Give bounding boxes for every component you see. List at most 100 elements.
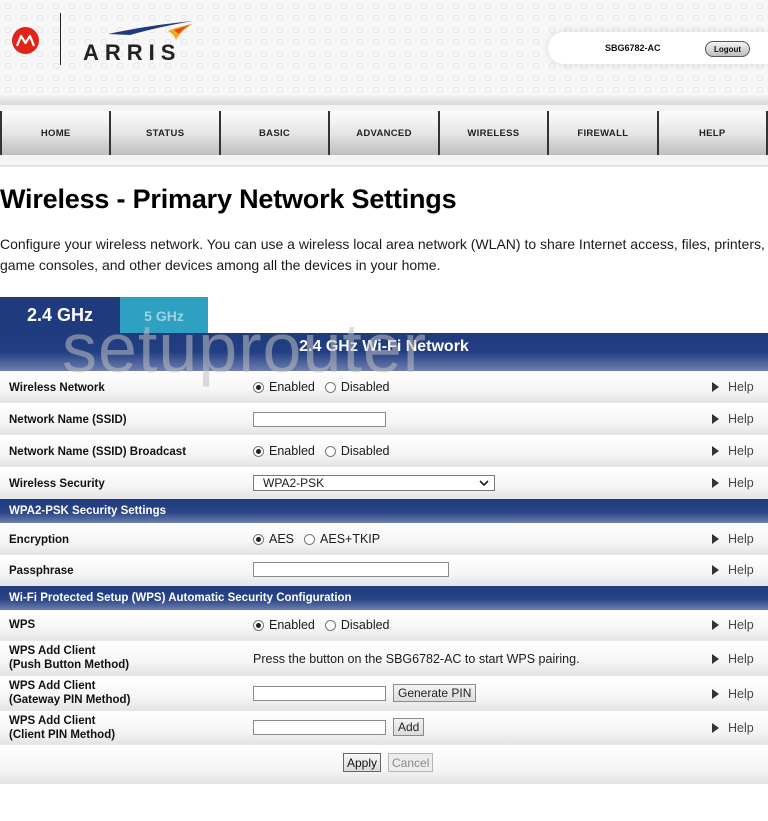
help-label: Help [728,652,754,666]
play-arrow-icon [712,654,719,664]
help-label: Help [728,412,754,426]
passphrase-label: Passphrase [9,565,74,577]
ssid-control [253,412,386,427]
help-label: Help [728,563,754,577]
help-link[interactable]: Help [712,476,754,490]
logout-button[interactable]: Logout [705,41,750,57]
header-divider [0,95,768,105]
wps-gateway-pin-label: WPS Add Client (Gateway PIN Method) [9,679,130,707]
wireless-network-disabled-label: Disabled [340,380,390,394]
play-arrow-icon [712,478,719,488]
wireless-security-value: WPA2-PSK [263,476,325,490]
row-wps-gateway-pin: WPS Add Client (Gateway PIN Method) Gene… [0,676,768,711]
generate-pin-button[interactable]: Generate PIN [393,684,477,702]
help-link[interactable]: Help [712,380,754,394]
client-pin-input[interactable] [253,719,386,735]
help-label: Help [728,721,754,735]
encryption-aes-radio[interactable] [253,533,264,545]
nav-firewall[interactable]: FIREWALL [549,111,659,155]
wireless-security-select[interactable]: WPA2-PSK [253,475,495,491]
nav-advanced[interactable]: ADVANCED [330,111,440,155]
nav-home[interactable]: HOME [2,111,112,155]
nav-help[interactable]: HELP [658,111,768,155]
wps-enabled-radio[interactable] [253,619,264,631]
encryption-aes-label: AES [269,532,295,546]
wireless-security-label: Wireless Security [9,478,105,490]
encryption-radio-group: AES AES+TKIP [253,532,390,546]
row-ssid-broadcast: Network Name (SSID) Broadcast Enabled Di… [0,435,768,467]
help-label: Help [728,444,754,458]
row-wps-client-pin: WPS Add Client (Client PIN Method) Add H… [0,711,768,745]
help-label: Help [728,380,754,394]
cancel-button[interactable]: Cancel [388,753,434,772]
page-description: Configure your wireless network. You can… [0,236,765,273]
play-arrow-icon [712,414,719,424]
page-title: Wireless - Primary Network Settings [0,184,457,214]
ssid-broadcast-label: Network Name (SSID) Broadcast [9,446,187,458]
help-link[interactable]: Help [712,563,754,577]
wireless-network-disabled-radio[interactable] [324,381,336,393]
help-label: Help [728,618,754,632]
nav-basic[interactable]: BASIC [220,111,331,155]
wps-client-pin-control: Add [253,718,425,736]
section-title-text: 2.4 GHz Wi-Fi Network [299,338,469,355]
row-encryption: Encryption AES AES+TKIP Help [0,523,768,555]
wps-client-pin-label-line1: WPS Add Client [9,715,96,727]
wps-push-button-label-line1: WPS Add Client [9,645,96,657]
help-link[interactable]: Help [712,652,754,666]
wps-radio-group: Enabled Disabled [253,618,400,632]
wps-gateway-pin-label-line1: WPS Add Client [9,680,96,692]
apply-button[interactable]: Apply [343,753,382,772]
wps-section-header: Wi-Fi Protected Setup (WPS) Automatic Se… [0,586,768,610]
ssid-broadcast-enabled-label: Enabled [269,444,315,458]
section-title: 2.4 GHz Wi-Fi Network [0,338,768,356]
wps-gateway-pin-control: Generate PIN [253,684,477,702]
ssid-broadcast-disabled-radio[interactable] [324,445,336,457]
ssid-broadcast-disabled-label: Disabled [340,444,390,458]
chevron-down-icon [478,476,490,493]
row-wps-push-button: WPS Add Client (Push Button Method) Pres… [0,641,768,676]
passphrase-control [253,562,449,577]
wireless-network-label: Wireless Network [9,382,105,394]
play-arrow-icon [712,382,719,392]
wps-disabled-radio[interactable] [324,619,336,631]
nav-status[interactable]: STATUS [111,111,221,155]
wireless-network-radio-group: Enabled Disabled [253,380,400,394]
add-client-pin-button[interactable]: Add [393,718,425,736]
encryption-label: Encryption [9,534,70,546]
row-wps: WPS Enabled Disabled Help [0,610,768,641]
logo-divider [60,13,61,65]
wps-label: WPS [9,619,36,631]
nav-divider [0,165,768,167]
play-arrow-icon [712,723,719,733]
nav-wireless[interactable]: WIRELESS [439,111,550,155]
encryption-aes-tkip-radio[interactable] [304,533,316,545]
ssid-input[interactable] [253,412,386,427]
help-link[interactable]: Help [712,532,754,546]
row-wireless-network: Wireless Network Enabled Disabled Help [0,371,768,403]
wps-gateway-pin-label-line2: (Gateway PIN Method) [9,694,131,706]
row-ssid: Network Name (SSID) Help [0,403,768,435]
help-label: Help [728,687,754,701]
passphrase-input[interactable] [253,562,449,577]
wps-push-button-label-line2: (Push Button Method) [9,659,130,671]
gateway-pin-input[interactable] [253,685,386,701]
tab-5-ghz[interactable]: 5 GHz [120,297,208,334]
wps-push-button-label: WPS Add Client (Push Button Method) [9,644,129,672]
help-link[interactable]: Help [712,721,754,735]
main-nav: HOME STATUS BASIC ADVANCED WIRELESS FIRE… [0,111,768,155]
help-link[interactable]: Help [712,687,754,701]
help-link[interactable]: Help [712,412,754,426]
wireless-network-enabled-radio[interactable] [253,381,264,393]
motorola-logo-icon [12,27,39,54]
help-label: Help [728,476,754,490]
play-arrow-icon [712,565,719,575]
help-link[interactable]: Help [712,444,754,458]
tab-2-4-ghz[interactable]: 2.4 GHz [0,297,120,334]
ssid-broadcast-radio-group: Enabled Disabled [253,444,400,458]
model-name: SBG6782-AC [605,43,661,53]
help-link[interactable]: Help [712,618,754,632]
play-arrow-icon [712,689,719,699]
play-arrow-icon [712,534,719,544]
ssid-broadcast-enabled-radio[interactable] [253,445,264,457]
